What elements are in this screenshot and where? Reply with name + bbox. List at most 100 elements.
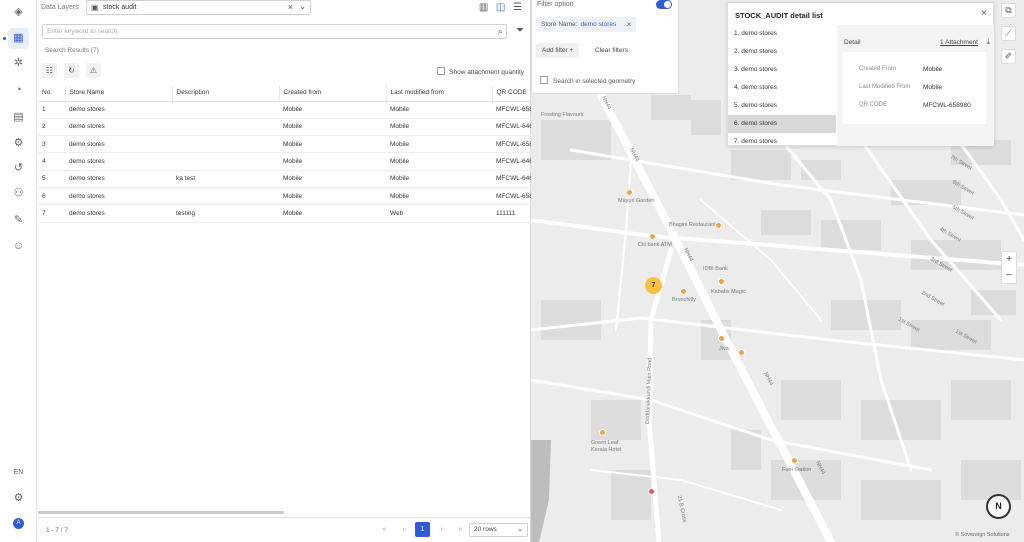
page-button-current[interactable]: 1 bbox=[415, 522, 430, 537]
analytics-icon[interactable]: ◔ bbox=[12, 84, 25, 97]
layer-icon: ▣ bbox=[91, 3, 99, 12]
table-cell: demo stores bbox=[65, 170, 172, 188]
last-page-icon[interactable]: » bbox=[453, 522, 468, 537]
column-header[interactable]: Description bbox=[172, 85, 280, 102]
table-row[interactable]: 5 demo stores ka test Mobile Mobile MFCWL-646 bbox=[38, 170, 531, 188]
table-cell: demo stores bbox=[65, 204, 172, 223]
list-item[interactable]: 7. demo stores bbox=[728, 133, 836, 151]
map-view[interactable]: Frosting Flavours Mayuri Garden Bhagini … bbox=[531, 0, 1024, 542]
attachment-link[interactable]: 1 Attachment bbox=[940, 39, 978, 46]
poi-label: Frosting Flavours bbox=[541, 112, 584, 118]
settings-icon[interactable]: ⚙ bbox=[12, 137, 25, 150]
user-settings-icon[interactable]: ⚇ bbox=[12, 187, 25, 200]
horizontal-scrollbar[interactable] bbox=[38, 511, 284, 514]
poi-marker[interactable] bbox=[626, 189, 633, 196]
search-in-geometry[interactable]: Search in selected geometry bbox=[540, 76, 635, 85]
table-cell: 5 bbox=[38, 170, 65, 188]
column-header[interactable]: No. bbox=[38, 85, 66, 102]
show-attachment-quantity[interactable]: Show attachment quantity bbox=[437, 67, 524, 76]
table-cell: MFCWL-658 bbox=[492, 187, 531, 206]
admin-settings-icon[interactable]: ⚙ bbox=[12, 492, 25, 505]
table-row[interactable]: 3 demo stores Mobile Mobile MFCWL-658 bbox=[38, 135, 531, 154]
filter-toggle[interactable] bbox=[656, 0, 672, 9]
table-cell: 2 bbox=[38, 118, 65, 137]
language-icon[interactable]: EN bbox=[12, 466, 25, 479]
list-item[interactable]: 4. demo stores bbox=[728, 79, 836, 97]
refresh-icon[interactable]: ↻ bbox=[63, 63, 79, 78]
download-icon[interactable]: ⤓ bbox=[986, 37, 990, 47]
table-cell: Mobile bbox=[386, 118, 492, 137]
table-row[interactable]: 1 demo stores Mobile Mobile MFCWL-658 bbox=[38, 101, 531, 119]
poi-marker[interactable] bbox=[599, 429, 606, 436]
attachment-quantity-checkbox[interactable] bbox=[437, 67, 446, 75]
poi-marker[interactable] bbox=[718, 335, 725, 342]
poi-marker[interactable] bbox=[718, 278, 725, 285]
geometry-checkbox[interactable] bbox=[540, 76, 548, 84]
close-icon[interactable]: × bbox=[981, 8, 987, 19]
table-row[interactable]: 7 demo stores testing Mobile Web 111111 bbox=[38, 204, 531, 223]
draw-icon[interactable]: ✐ bbox=[1001, 49, 1016, 64]
poi-marker[interactable] bbox=[791, 457, 798, 464]
column-header[interactable]: Last modified from bbox=[386, 85, 493, 102]
account-avatar[interactable]: A bbox=[13, 518, 24, 529]
compass-icon[interactable]: N bbox=[986, 494, 1011, 519]
chevron-down-icon[interactable]: ⌄ bbox=[299, 2, 306, 11]
column-header[interactable]: Created from bbox=[279, 85, 387, 102]
table-cell: demo stores bbox=[65, 118, 172, 137]
rows-per-page-select[interactable]: 20 rows ⌄ bbox=[469, 523, 528, 537]
prev-page-icon[interactable]: ‹ bbox=[396, 522, 411, 537]
data-layer-select[interactable]: ▣ stock audit × ⌄ bbox=[86, 0, 311, 15]
poi-marker[interactable] bbox=[738, 349, 745, 356]
results-table: No. Store Name Description Created from … bbox=[38, 85, 532, 223]
table-row[interactable]: 4 demo stores Mobile Mobile MFCWL-646 bbox=[38, 152, 531, 171]
measure-icon[interactable]: ⟋ bbox=[1001, 26, 1016, 41]
poi-marker[interactable] bbox=[680, 288, 687, 295]
table-row[interactable]: 6 demo stores Mobile Mobile MFCWL-658 bbox=[38, 187, 531, 206]
clear-icon[interactable]: × bbox=[288, 2, 293, 12]
column-header[interactable]: QR CODE bbox=[492, 85, 532, 102]
edit-form-icon[interactable]: ✎ bbox=[12, 214, 25, 227]
users-icon[interactable]: ☺ bbox=[12, 240, 25, 253]
history-icon[interactable]: ↺ bbox=[12, 162, 25, 175]
list-item-selected[interactable]: 6. demo stores bbox=[728, 115, 836, 133]
table-cell: Mobile bbox=[279, 152, 386, 171]
add-filter-button[interactable]: Add filter + bbox=[536, 43, 580, 58]
field-label: Created From bbox=[859, 66, 897, 72]
poi-marker[interactable] bbox=[648, 488, 655, 495]
layers-icon[interactable]: ◈ bbox=[12, 6, 25, 19]
column-header[interactable]: Store Name bbox=[65, 85, 173, 102]
filter-icon[interactable]: ⏷ bbox=[516, 25, 524, 36]
table-row[interactable]: 2 demo stores Mobile Mobile MFCWL-646 bbox=[38, 118, 531, 137]
filter-option-card: Filter option Store Name: demo stores × A… bbox=[531, 0, 679, 94]
close-icon[interactable]: × bbox=[627, 17, 632, 32]
split-view-icon[interactable]: ◫ bbox=[494, 1, 507, 14]
table-cell: Mobile bbox=[279, 204, 386, 223]
list-item[interactable]: 1. demo stores bbox=[728, 25, 836, 43]
zoom-out-button[interactable]: − bbox=[1002, 268, 1016, 284]
poi-marker[interactable] bbox=[649, 233, 656, 240]
first-page-icon[interactable]: « bbox=[377, 522, 392, 537]
table-cell: 111111 bbox=[492, 204, 531, 223]
columns-icon[interactable]: ☷ bbox=[42, 63, 57, 78]
zoom-in-button[interactable]: + bbox=[1002, 252, 1016, 268]
report-icon[interactable]: ▤ bbox=[12, 111, 25, 124]
poi-marker[interactable] bbox=[715, 222, 722, 229]
warning-icon[interactable]: ⚠ bbox=[85, 63, 101, 78]
list-item[interactable]: 2. demo stores bbox=[728, 43, 836, 61]
view-switcher: ▥ ◫ ☰ bbox=[475, 1, 524, 14]
clear-filters-button[interactable]: Clear filters bbox=[595, 47, 628, 54]
next-page-icon[interactable]: › bbox=[434, 522, 449, 537]
list-view-icon[interactable]: ☰ bbox=[511, 1, 524, 14]
table-cell: demo stores bbox=[65, 135, 172, 154]
map-view-icon[interactable]: ▥ bbox=[477, 1, 490, 14]
search-input[interactable] bbox=[43, 25, 483, 38]
list-item[interactable]: 3. demo stores bbox=[728, 61, 836, 79]
table-toolbar: ☷ ↻ ⚠ bbox=[42, 63, 106, 78]
magic-icon[interactable]: ✲ bbox=[12, 57, 25, 70]
list-item[interactable]: 5. demo stores bbox=[728, 97, 836, 115]
filter-chip[interactable]: Store Name: demo stores × bbox=[536, 17, 637, 32]
data-layers-icon[interactable]: ▦ bbox=[8, 28, 29, 49]
search-icon[interactable]: ⌕ bbox=[498, 26, 503, 37]
cluster-marker[interactable]: 7 bbox=[645, 277, 662, 294]
copy-layer-icon[interactable]: ⧉ bbox=[1001, 3, 1016, 18]
